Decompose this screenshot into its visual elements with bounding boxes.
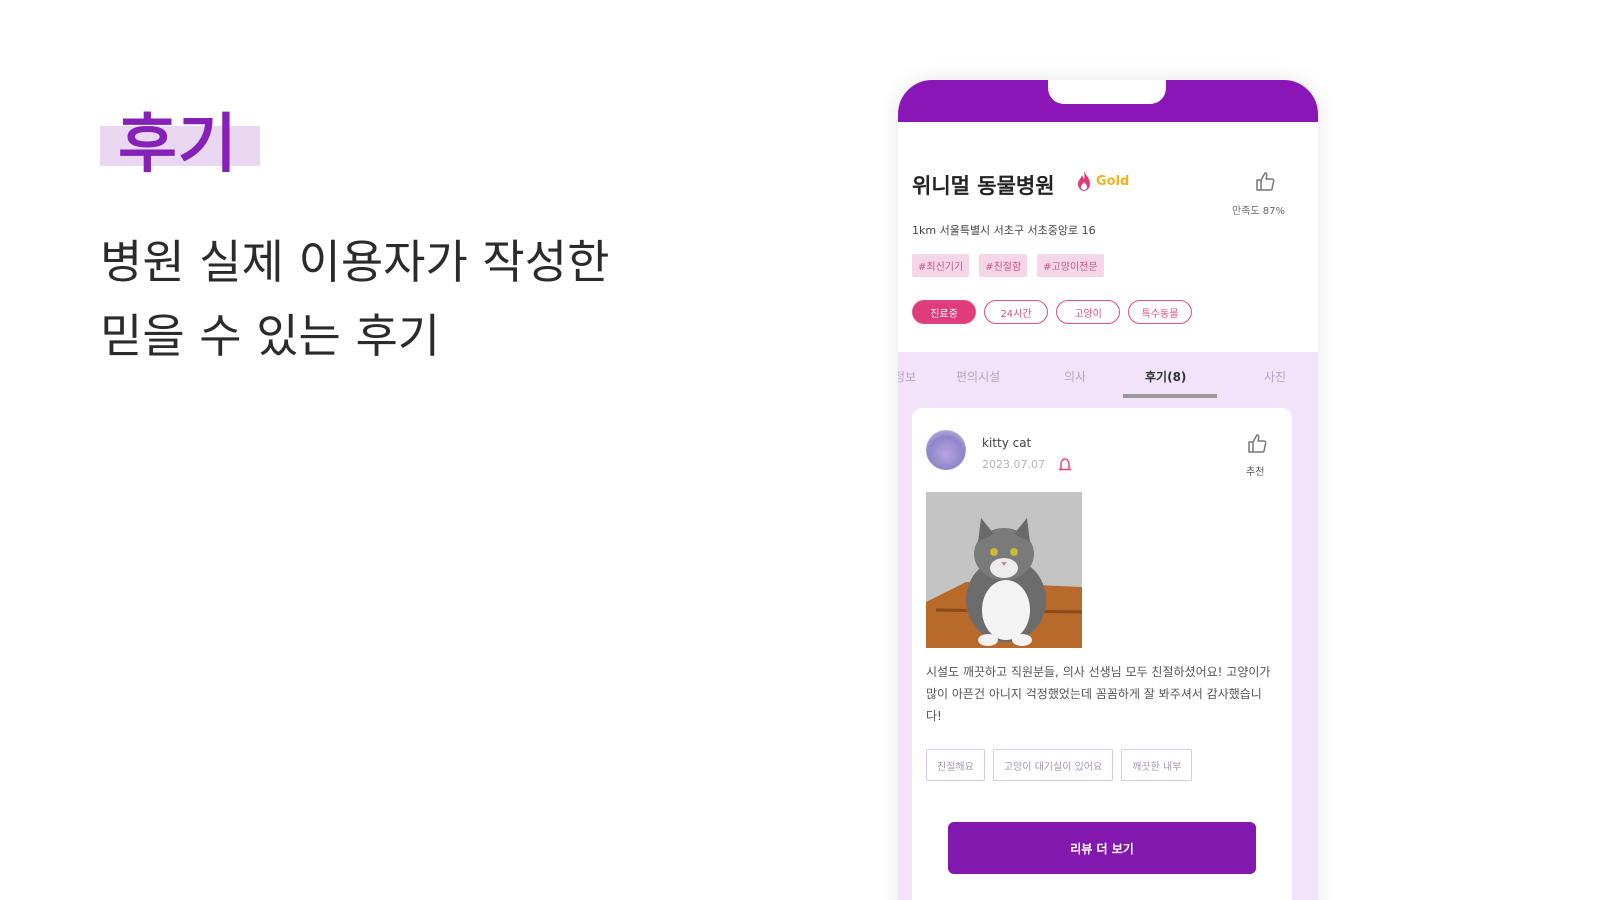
tab-facilities[interactable]: 편의시설 bbox=[956, 368, 1000, 385]
status-chip-list: 진료중 24시간 고양이 특수동물 bbox=[912, 300, 1192, 324]
phone-notch bbox=[1048, 80, 1166, 104]
cat-photo-illustration bbox=[926, 492, 1082, 648]
tab-photos[interactable]: 사진 bbox=[1264, 368, 1286, 385]
promo-title: 후기 bbox=[118, 108, 238, 182]
phone-mockup: 위니멀 동물병원 Gold 만족도 87% 1km 서울특별시 서초구 서초중앙… bbox=[898, 80, 1318, 900]
promo-desc-line1: 병원 실제 이용자가 작성한 bbox=[100, 235, 610, 289]
chip-24h[interactable]: 24시간 bbox=[984, 300, 1048, 324]
reviewer-name: kitty cat bbox=[982, 436, 1032, 450]
report-icon[interactable] bbox=[1058, 456, 1072, 472]
thumbs-up-icon[interactable] bbox=[1246, 432, 1268, 454]
chip-exotic[interactable]: 특수동물 bbox=[1128, 300, 1192, 324]
review-photo[interactable] bbox=[926, 492, 1082, 648]
tab-bar: 정보 편의시설 의사 후기(8) 사진 bbox=[898, 360, 1318, 398]
hospital-info-section: 위니멀 동물병원 Gold 만족도 87% 1km 서울특별시 서초구 서초중앙… bbox=[898, 122, 1318, 352]
tab-info[interactable]: 정보 bbox=[898, 368, 916, 385]
keyword-chip[interactable]: 깨끗한 내부 bbox=[1121, 749, 1193, 781]
hospital-address: 1km 서울특별시 서초구 서초중앙로 16 bbox=[912, 224, 1096, 237]
chip-cat[interactable]: 고양이 bbox=[1056, 300, 1120, 324]
hospital-name: 위니멀 동물병원 bbox=[912, 174, 1055, 198]
review-card: kitty cat 2023.07.07 추천 시설도 깨끗하고 직원분들, 의… bbox=[912, 408, 1292, 900]
promo-title-block: 후기 bbox=[100, 110, 260, 180]
review-date: 2023.07.07 bbox=[982, 458, 1045, 471]
hashtag[interactable]: #친절함 bbox=[979, 254, 1028, 277]
tab-doctors[interactable]: 의사 bbox=[1064, 368, 1086, 385]
keyword-chip[interactable]: 친절해요 bbox=[926, 749, 985, 781]
tab-reviews[interactable]: 후기(8) bbox=[1145, 368, 1186, 385]
promo-desc-line2: 믿을 수 있는 후기 bbox=[100, 309, 441, 363]
phone-status-bar bbox=[898, 80, 1318, 122]
keyword-list: 친절해요 고양이 대기실이 있어요 깨끗한 내부 bbox=[926, 749, 1193, 781]
active-tab-indicator bbox=[1123, 394, 1217, 398]
hashtag-list: #최신기기 #친절함 #고양이전문 bbox=[912, 254, 1104, 277]
thumbs-up-icon[interactable] bbox=[1254, 170, 1276, 192]
more-reviews-button[interactable]: 리뷰 더 보기 bbox=[948, 822, 1256, 874]
fire-icon bbox=[1078, 171, 1090, 191]
chip-open-now[interactable]: 진료중 bbox=[912, 300, 976, 324]
review-text: 시설도 깨끗하고 직원분들, 의사 선생님 모두 친절하셨어요! 고양이가 많이… bbox=[926, 665, 1271, 723]
review-section: 정보 편의시설 의사 후기(8) 사진 kitty cat 2023.07.07… bbox=[898, 352, 1318, 900]
keyword-chip[interactable]: 고양이 대기실이 있어요 bbox=[992, 749, 1114, 781]
recommend-label: 추천 bbox=[1246, 467, 1265, 478]
promo-description: 병원 실제 이용자가 작성한 믿을 수 있는 후기 bbox=[100, 225, 609, 373]
avatar[interactable] bbox=[926, 430, 966, 470]
hashtag[interactable]: #고양이전문 bbox=[1037, 254, 1104, 277]
hashtag[interactable]: #최신기기 bbox=[912, 254, 970, 277]
satisfaction-rate: 만족도 87% bbox=[1232, 206, 1286, 217]
grade-badge: Gold bbox=[1096, 174, 1130, 189]
